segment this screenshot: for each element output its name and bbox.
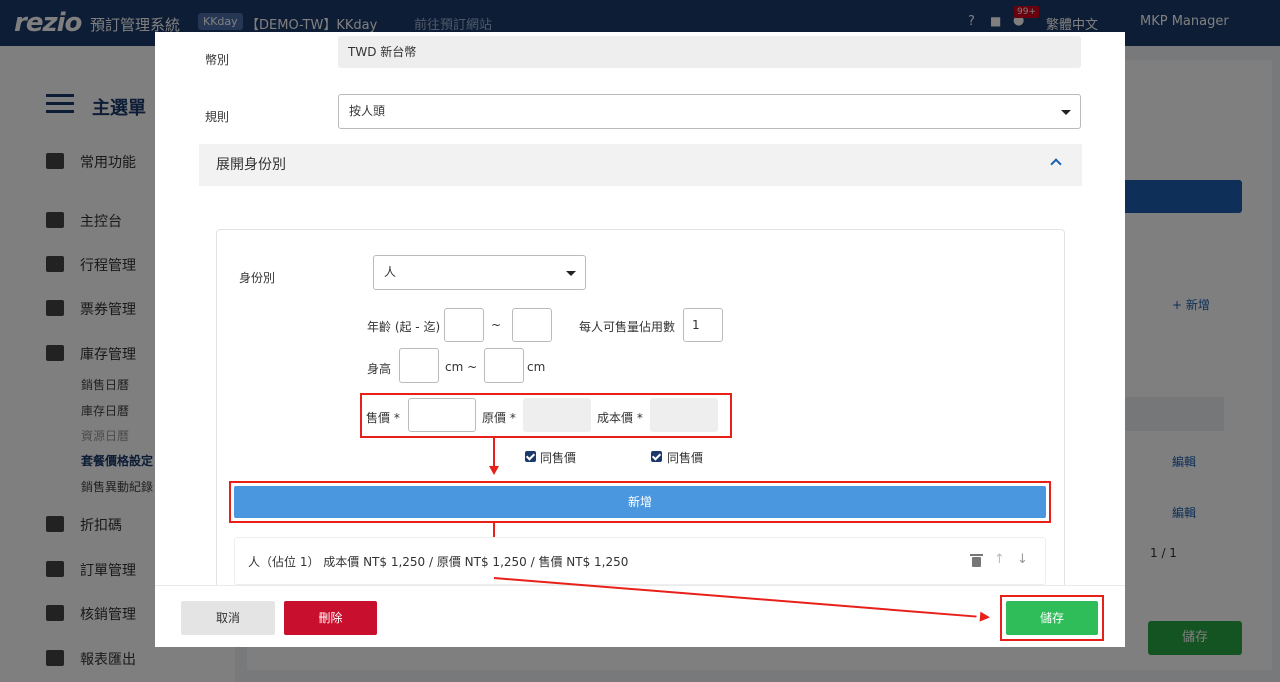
same-as-sale-checkbox-cost[interactable]: [651, 451, 662, 462]
arrow-down-icon[interactable]: ↓: [1017, 552, 1028, 567]
arrow-up-icon[interactable]: ↑: [994, 552, 1005, 567]
seats-per-person-label: 每人可售量佔用數: [579, 320, 676, 334]
height-unit-end: cm: [527, 360, 546, 374]
price-setting-modal: 幣別 TWD 新台幣 規則 按人頭 展開身份別 身份別 人 年齡 (起 - 迄)…: [155, 32, 1125, 647]
currency-label: 幣別: [205, 53, 230, 67]
identity-select[interactable]: 人: [373, 255, 586, 290]
identity-price-row: 人（佔位 1） 成本價 NT$ 1,250 / 原價 NT$ 1,250 / 售…: [234, 537, 1046, 585]
add-identity-price-button[interactable]: 新增: [234, 486, 1046, 518]
delete-button[interactable]: 刪除: [284, 601, 377, 635]
cost-price-input[interactable]: [650, 398, 718, 432]
seats-per-person-input[interactable]: 1: [683, 308, 723, 342]
identity-section-header[interactable]: 展開身份別: [199, 144, 1082, 186]
height-unit-mid: cm ~: [445, 360, 478, 374]
same-as-sale-label-cost: 同售價: [667, 451, 704, 465]
save-button[interactable]: 儲存: [1006, 601, 1098, 635]
caret-down-icon: [1061, 109, 1071, 115]
age-separator: ~: [491, 318, 502, 332]
age-label: 年齡 (起 - 迄): [367, 320, 441, 334]
chevron-up-icon[interactable]: [1050, 158, 1062, 170]
rule-select[interactable]: 按人頭: [338, 94, 1081, 129]
modal-body[interactable]: 幣別 TWD 新台幣 規則 按人頭 展開身份別 身份別 人 年齡 (起 - 迄)…: [155, 32, 1125, 585]
cost-price-label: 成本價 *: [597, 411, 643, 425]
identity-label: 身份別: [239, 271, 276, 285]
original-price-input[interactable]: [523, 398, 591, 432]
age-to-input[interactable]: [512, 308, 552, 342]
sale-price-input[interactable]: [408, 398, 476, 432]
currency-field: TWD 新台幣: [338, 36, 1081, 68]
original-price-label: 原價 *: [482, 411, 516, 425]
annotation-arrow-head: [489, 466, 499, 475]
height-to-input[interactable]: [484, 348, 524, 383]
trash-icon[interactable]: [970, 554, 983, 567]
height-label: 身高: [367, 362, 392, 376]
caret-down-icon: [566, 270, 576, 276]
same-as-sale-checkbox-original[interactable]: [525, 451, 536, 462]
cancel-button[interactable]: 取消: [181, 601, 275, 635]
rule-label: 規則: [205, 110, 230, 124]
sale-price-label: 售價 *: [366, 411, 400, 425]
annotation-arrow-line: [493, 438, 495, 467]
age-from-input[interactable]: [444, 308, 484, 342]
same-as-sale-label-original: 同售價: [540, 451, 577, 465]
annotation-arrow-head: [979, 611, 991, 623]
height-from-input[interactable]: [399, 348, 439, 383]
